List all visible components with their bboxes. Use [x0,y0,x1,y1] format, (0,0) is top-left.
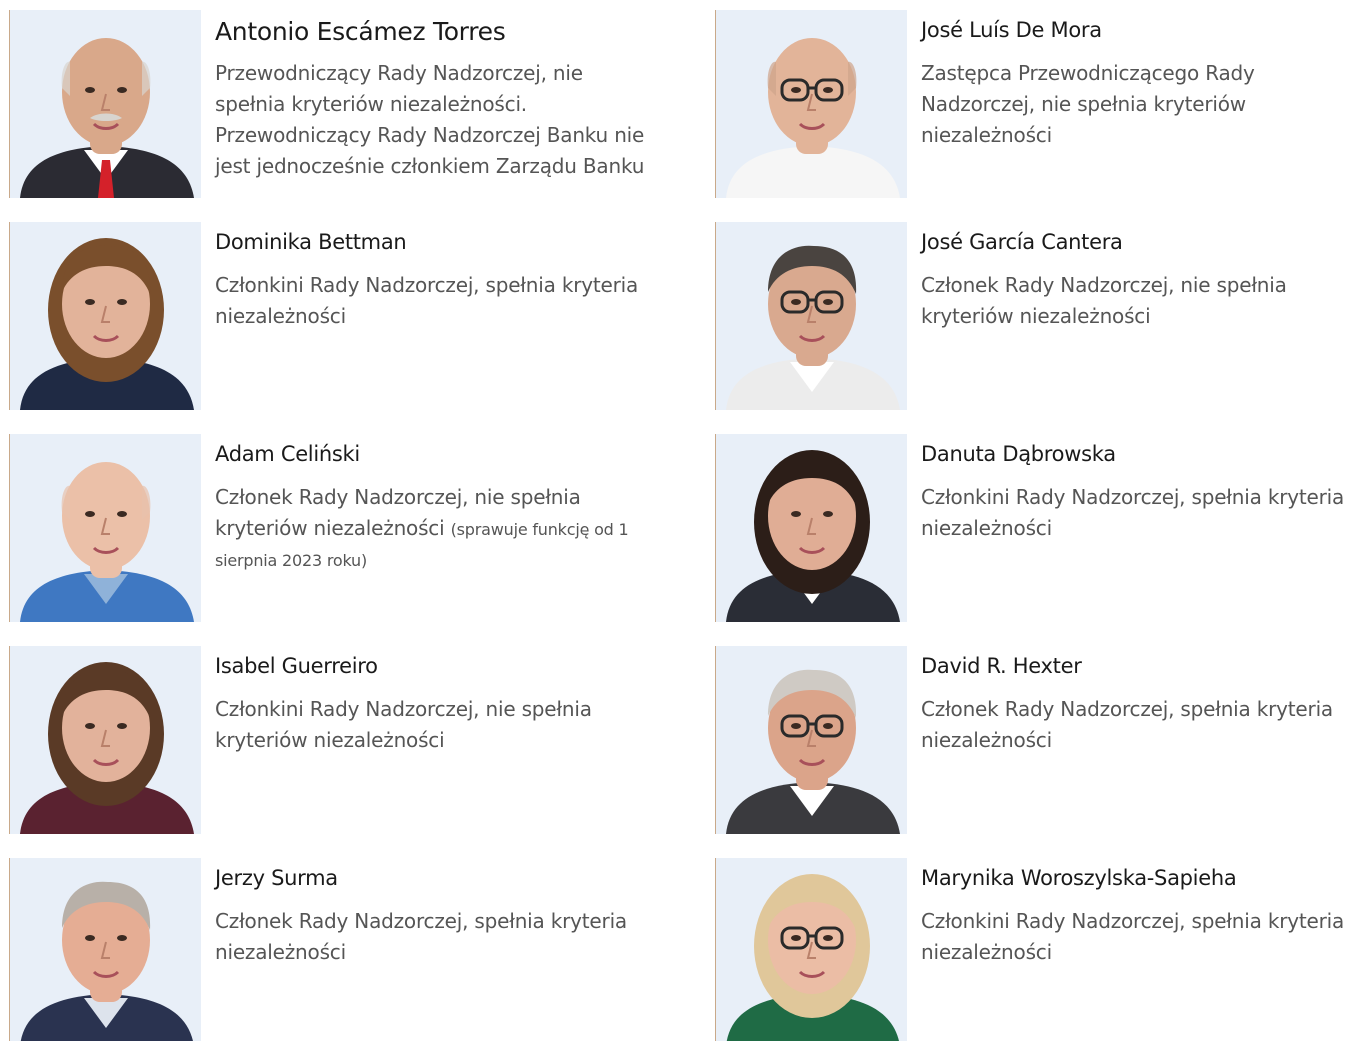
member-role: Członek Rady Nadzorczej, nie spełnia kry… [921,273,1287,328]
member-info: José Luís De Mora Zastępca Przewodnicząc… [921,16,1346,151]
member-card: Isabel Guerreiro Członkini Rady Nadzorcz… [9,646,649,834]
member-photo [9,10,201,198]
portrait-illustration [716,222,907,410]
member-info: Jerzy Surma Członek Rady Nadzorczej, spe… [215,864,649,968]
member-photo [715,858,907,1041]
member-name: Adam Celiński [215,442,360,466]
portrait-illustration [10,858,201,1041]
member-info: Isabel Guerreiro Członkini Rady Nadzorcz… [215,652,649,756]
member-photo [9,646,201,834]
member-name: Antonio Escámez Torres [215,17,506,46]
portrait-illustration [716,646,907,834]
member-role: Członkini Rady Nadzorczej, spełnia kryte… [921,909,1345,964]
member-name: Dominika Bettman [215,230,407,254]
member-info: David R. Hexter Członek Rady Nadzorczej,… [921,652,1346,756]
member-role: Członkini Rady Nadzorczej, spełnia kryte… [921,485,1345,540]
portrait-illustration [10,434,201,622]
member-photo [715,222,907,410]
member-card: José Luís De Mora Zastępca Przewodnicząc… [715,10,1346,198]
member-card: Marynika Woroszylska-Sapieha Członkini R… [715,858,1346,1041]
member-role: Członkini Rady Nadzorczej, nie spełnia k… [215,697,592,752]
portrait-illustration [716,858,907,1041]
member-photo [9,434,201,622]
member-photo [715,646,907,834]
member-name: José García Cantera [921,230,1123,254]
member-name: Isabel Guerreiro [215,654,378,678]
board-members-grid: Antonio Escámez Torres Przewodniczący Ra… [0,0,1346,1041]
member-role: Członkini Rady Nadzorczej, spełnia kryte… [215,273,639,328]
member-photo [9,858,201,1041]
member-card: Dominika Bettman Członkini Rady Nadzorcz… [9,222,649,410]
member-card: José García Cantera Członek Rady Nadzorc… [715,222,1346,410]
member-info: Adam Celiński Członek Rady Nadzorczej, n… [215,440,649,575]
member-name: Danuta Dąbrowska [921,442,1116,466]
member-name: José Luís De Mora [921,18,1102,42]
member-name: David R. Hexter [921,654,1082,678]
member-card: Antonio Escámez Torres Przewodniczący Ra… [9,10,649,198]
portrait-illustration [716,10,907,198]
member-name: Marynika Woroszylska-Sapieha [921,866,1237,890]
portrait-illustration [10,222,201,410]
portrait-illustration [716,434,907,622]
member-role: Członek Rady Nadzorczej, nie spełnia kry… [215,485,629,570]
member-card: Danuta Dąbrowska Członkini Rady Nadzorcz… [715,434,1346,622]
member-photo [9,222,201,410]
member-info: Marynika Woroszylska-Sapieha Członkini R… [921,864,1346,968]
member-card: David R. Hexter Członek Rady Nadzorczej,… [715,646,1346,834]
member-role: Członek Rady Nadzorczej, spełnia kryteri… [215,909,627,964]
member-card: Jerzy Surma Członek Rady Nadzorczej, spe… [9,858,649,1041]
member-card: Adam Celiński Członek Rady Nadzorczej, n… [9,434,649,622]
member-info: Danuta Dąbrowska Członkini Rady Nadzorcz… [921,440,1346,544]
member-photo [715,434,907,622]
member-role: Przewodniczący Rady Nadzorczej, nie speł… [215,61,645,178]
member-info: Dominika Bettman Członkini Rady Nadzorcz… [215,228,649,332]
member-role: Zastępca Przewodniczącego Rady Nadzorcze… [921,61,1255,147]
member-role: Członek Rady Nadzorczej, spełnia kryteri… [921,697,1333,752]
member-photo [715,10,907,198]
portrait-illustration [10,10,201,198]
portrait-illustration [10,646,201,834]
member-info: José García Cantera Członek Rady Nadzorc… [921,228,1346,332]
member-info: Antonio Escámez Torres Przewodniczący Ra… [215,16,649,182]
member-name: Jerzy Surma [215,866,338,890]
